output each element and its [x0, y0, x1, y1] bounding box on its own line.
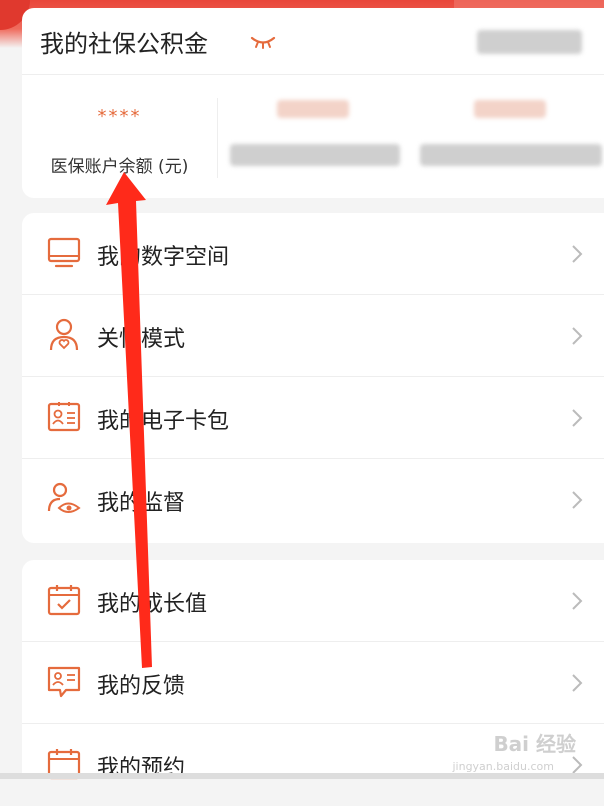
chevron-right-icon	[572, 491, 583, 509]
social-security-card: 我的社保公积金 **** 医保账户余额 (元)	[22, 8, 604, 198]
medical-balance-label: 医保账户余额 (元)	[50, 157, 189, 177]
feedback-icon	[47, 666, 81, 698]
eye-closed-icon[interactable]	[250, 35, 276, 49]
watermark-logo: Bai 经验	[493, 732, 576, 756]
menu-item-label: 我的反馈	[97, 674, 186, 699]
menu-item-feedback[interactable]: 我的反馈	[22, 642, 604, 724]
menu-item-label: 关怀模式	[97, 327, 186, 352]
menu-item-growth-value[interactable]: 我的成长值	[22, 560, 604, 642]
menu-item-supervision[interactable]: 我的监督	[22, 459, 604, 541]
chevron-right-icon	[572, 245, 583, 263]
care-person-icon	[49, 318, 79, 351]
medical-balance-stat[interactable]: **** 医保账户余额 (元)	[22, 74, 217, 198]
menu-group-1: 我的数字空间 关怀模式 我的电子卡包 我的监督	[22, 213, 604, 543]
calendar-check-icon	[47, 585, 81, 616]
blurred-stat-label	[420, 144, 602, 166]
menu-item-care-mode[interactable]: 关怀模式	[22, 295, 604, 377]
card-header: 我的社保公积金	[22, 8, 604, 75]
blurred-stat-label	[230, 144, 400, 166]
supervise-eye-icon	[47, 482, 81, 513]
medical-balance-value: ****	[97, 106, 142, 127]
menu-item-label: 我的数字空间	[97, 245, 230, 270]
bottom-strip	[0, 773, 604, 779]
menu-item-card-wallet[interactable]: 我的电子卡包	[22, 377, 604, 459]
card-title: 我的社保公积金	[40, 30, 208, 58]
divider	[217, 98, 218, 178]
id-card-icon	[47, 402, 81, 432]
watermark-url: jingyan.baidu.com	[452, 760, 554, 773]
menu-item-label: 我的监督	[97, 491, 186, 516]
chevron-right-icon	[572, 592, 583, 610]
blurred-stat-value	[277, 100, 349, 118]
menu-item-label: 我的电子卡包	[97, 409, 230, 434]
blurred-stat-value	[474, 100, 546, 118]
blurred-user-info	[477, 30, 582, 54]
chevron-right-icon	[572, 327, 583, 345]
chevron-right-icon	[572, 674, 583, 692]
menu-item-digital-space[interactable]: 我的数字空间	[22, 213, 604, 295]
menu-item-label: 我的成长值	[97, 592, 208, 617]
monitor-icon	[47, 237, 81, 268]
chevron-right-icon	[572, 409, 583, 427]
